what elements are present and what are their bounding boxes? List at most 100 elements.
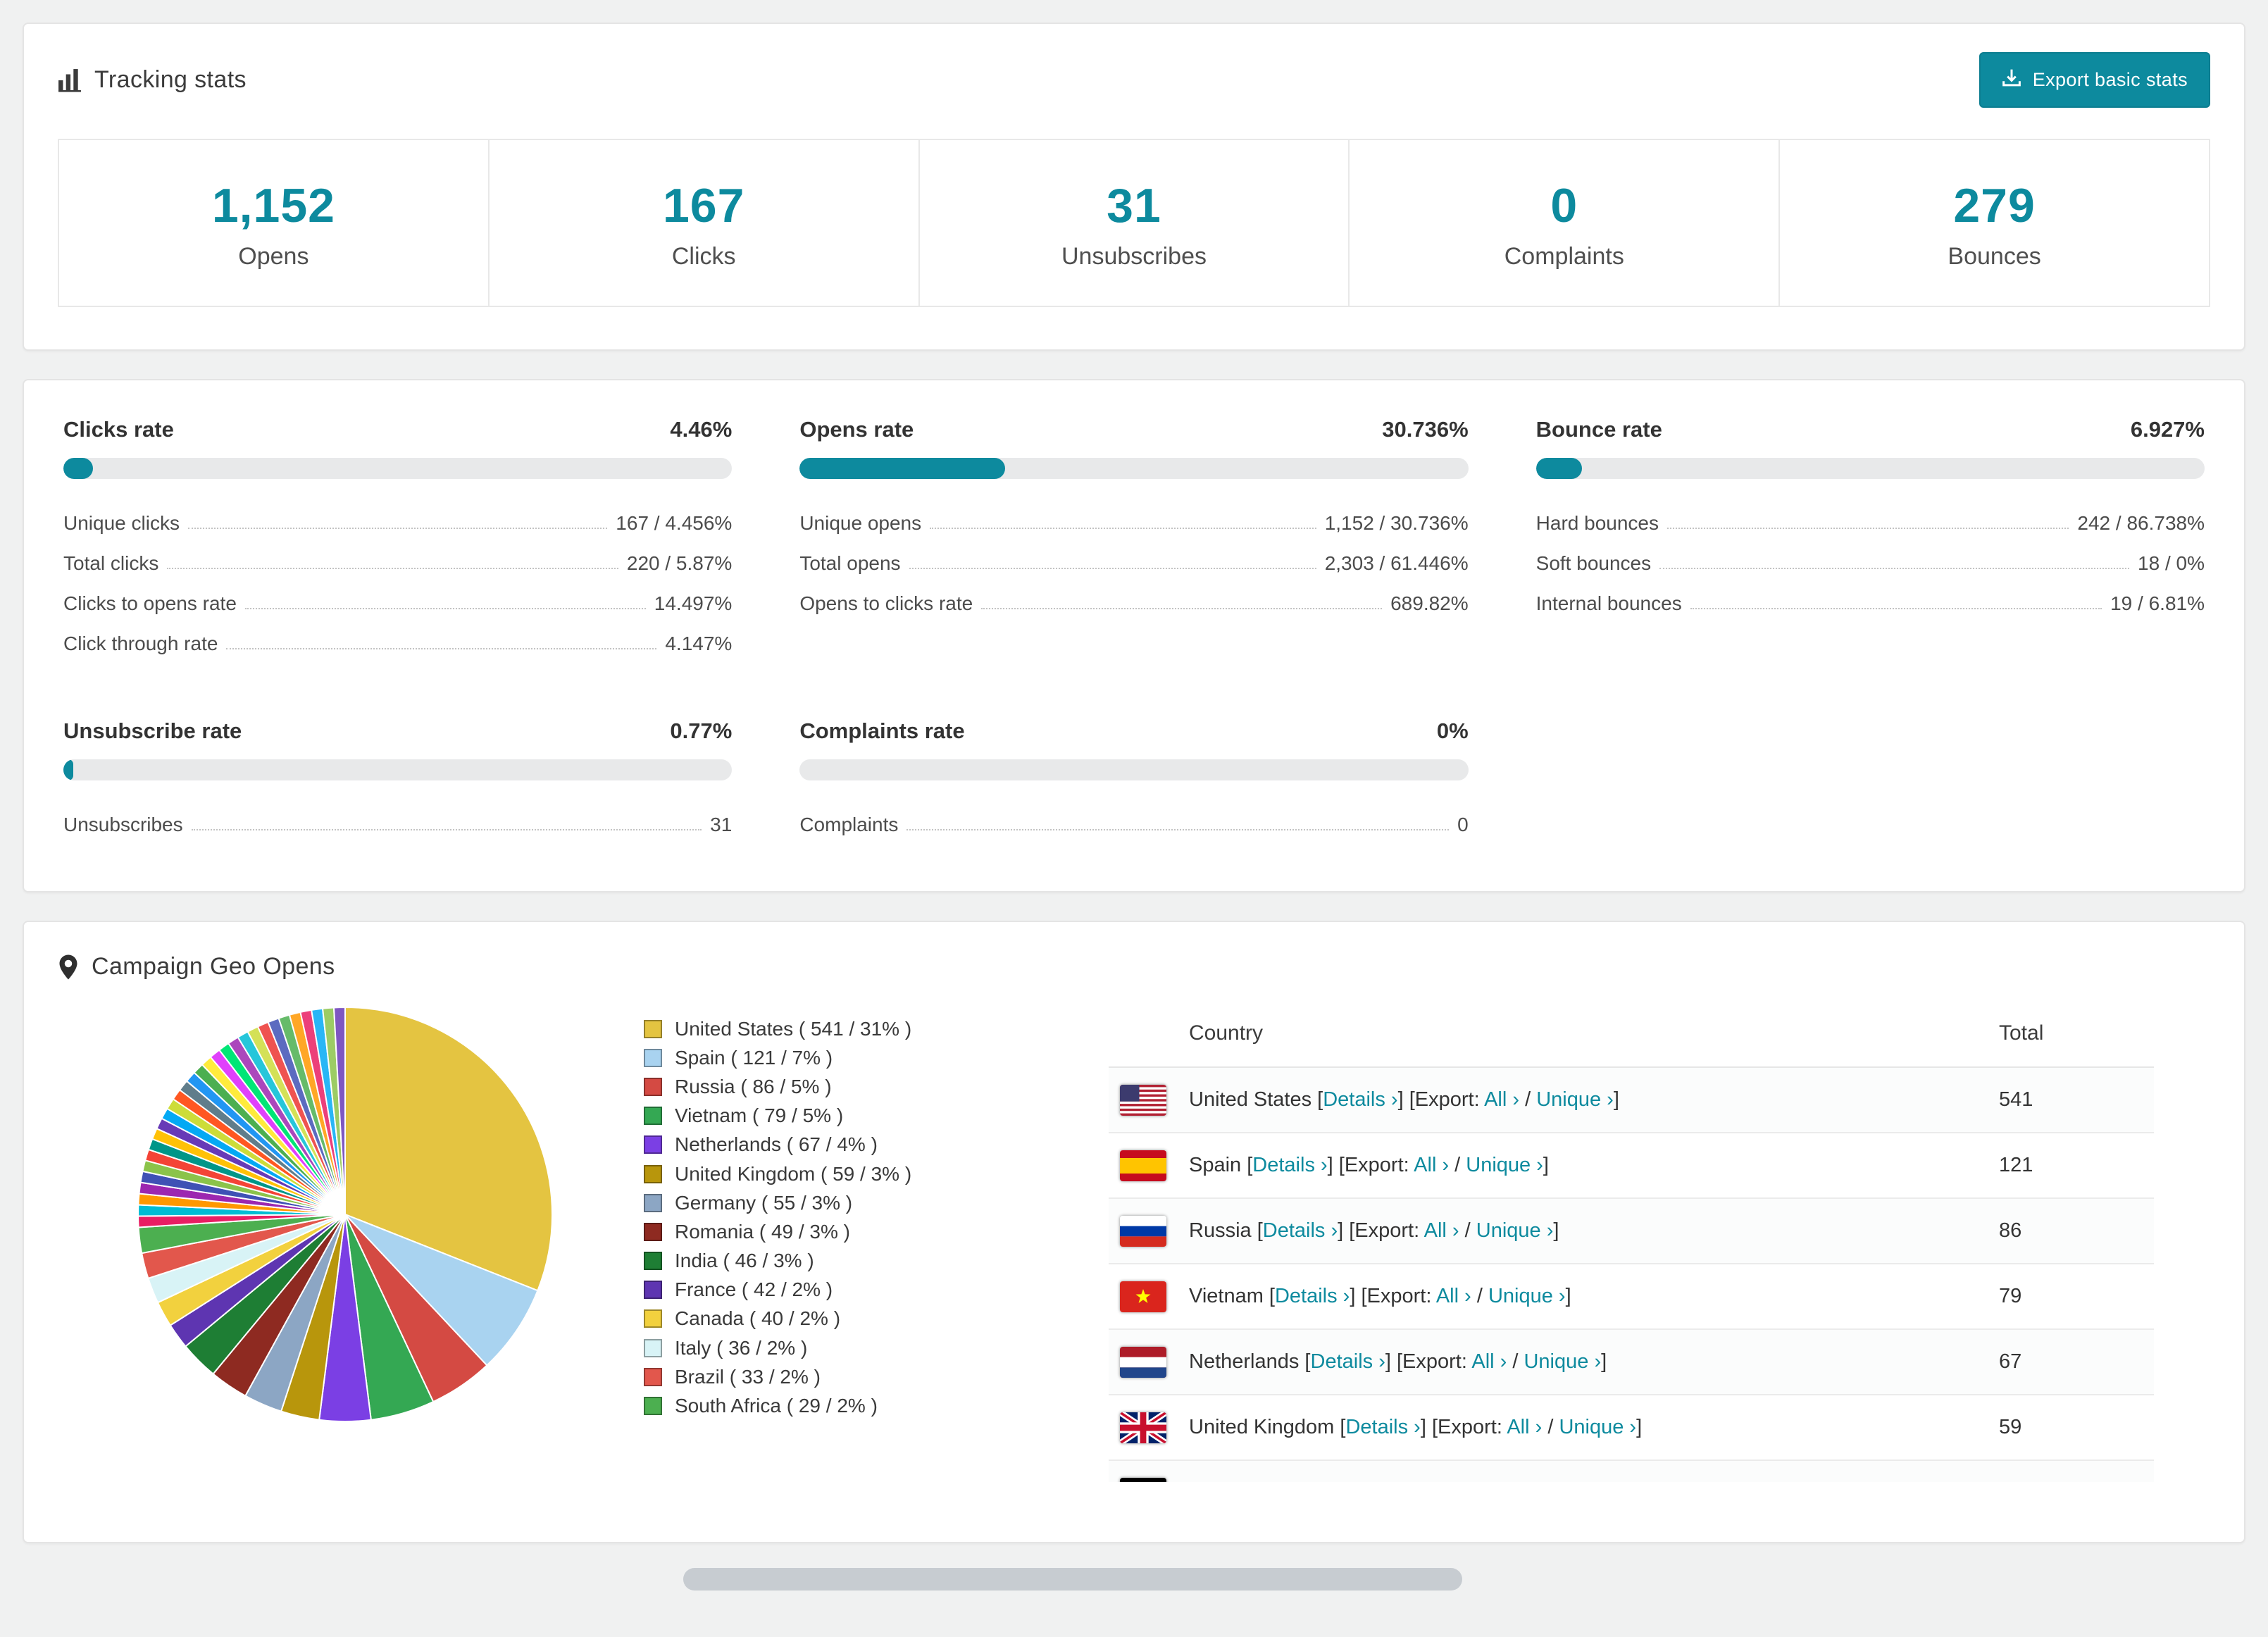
export-all-link[interactable]: All ›	[1424, 1219, 1459, 1242]
rate-rows: Unique opens 1,152 / 30.736% Total opens 2,…	[799, 499, 1468, 619]
stat-label: Bounces	[1948, 243, 2041, 270]
rate-percent: 0%	[1436, 718, 1469, 743]
progress-bar-fill	[1535, 458, 1583, 479]
dotted-leader	[167, 568, 618, 569]
export-all-link[interactable]: All ›	[1471, 1350, 1507, 1373]
legend-swatch	[644, 1077, 662, 1096]
progress-bar-fill	[63, 458, 94, 479]
export-all-link[interactable]: All ›	[1436, 1285, 1471, 1307]
legend-label: United States ( 541 / 31% )	[675, 1017, 912, 1040]
detail-value: 689.82%	[1390, 592, 1469, 614]
progress-bar-track	[799, 458, 1469, 479]
details-link[interactable]: Details ›	[1263, 1219, 1338, 1242]
geo-table-body: United States [Details ›] [Export: All ›…	[1109, 1068, 2154, 1482]
stat-label: Clicks	[671, 243, 736, 270]
country-cell: United States [Details ›] [Export: All ›…	[1189, 1088, 1619, 1111]
detail-row-total-opens: Total opens 2,303 / 61.446%	[799, 539, 1468, 579]
detail-value: 0	[1457, 814, 1469, 835]
legend-item-france: France ( 42 / 2% )	[644, 1276, 1109, 1305]
detail-label: Unsubscribes	[63, 814, 183, 835]
details-link[interactable]: Details ›	[1323, 1088, 1397, 1111]
export-unique-link[interactable]: Unique ›	[1488, 1285, 1566, 1307]
total-cell: 541	[1999, 1088, 2033, 1111]
detail-row-hard-bounces: Hard bounces 242 / 86.738%	[1536, 499, 2205, 539]
tracking-stats-card: Tracking stats Export basic stats 1,152 O…	[23, 23, 2245, 351]
legend-item-united-kingdom: United Kingdom ( 59 / 3% )	[644, 1159, 1109, 1188]
details-link[interactable]: Details ›	[1252, 1154, 1327, 1176]
export-unique-link[interactable]: Unique ›	[1524, 1350, 1601, 1373]
export-basic-stats-button[interactable]: Export basic stats	[1979, 52, 2210, 108]
export-unique-link[interactable]: Unique ›	[1559, 1416, 1636, 1438]
geo-table-row-russia: Russia [Details ›] [Export: All › / Uniq…	[1109, 1199, 2154, 1264]
country-cell: Spain [Details ›] [Export: All › / Uniqu…	[1189, 1154, 1549, 1176]
rate-percent: 30.736%	[1382, 417, 1469, 442]
stat-box-bounces: 279 Bounces	[1778, 139, 2210, 307]
country-cell: Vietnam [Details ›] [Export: All › / Uni…	[1189, 1285, 1571, 1307]
horizontal-scrollbar-thumb[interactable]	[683, 1568, 1462, 1591]
rate-block-bounce-rate: Bounce rate 6.927% Hard bounces 242 / 86.73…	[1535, 417, 2205, 659]
total-cell: 86	[1999, 1219, 2022, 1242]
campaign-geo-opens-title: Campaign Geo Opens	[58, 953, 2210, 981]
rate-title: Clicks rate	[63, 417, 174, 442]
rate-title: Complaints rate	[799, 718, 965, 743]
legend-item-russia: Russia ( 86 / 5% )	[644, 1072, 1109, 1101]
legend-swatch	[644, 1397, 662, 1416]
legend-swatch	[644, 1164, 662, 1183]
legend-label: Netherlands ( 67 / 4% )	[675, 1133, 878, 1156]
details-link[interactable]: Details ›	[1345, 1416, 1420, 1438]
geo-table-row-netherlands: Netherlands [Details ›] [Export: All › /…	[1109, 1330, 2154, 1395]
progress-bar-track	[63, 759, 733, 780]
legend-label: South Africa ( 29 / 2% )	[675, 1395, 878, 1417]
dotted-leader	[1667, 528, 2069, 529]
legend-item-brazil: Brazil ( 33 / 2% )	[644, 1362, 1109, 1391]
geo-table-header: Country Total	[1109, 1003, 2154, 1068]
total-cell: 59	[1999, 1416, 2022, 1438]
dotted-leader	[191, 829, 702, 830]
total-cell: 121	[1999, 1154, 2033, 1176]
detail-row-clicks-to-opens-rate: Clicks to opens rate 14.497%	[63, 579, 732, 619]
dotted-leader	[981, 608, 1383, 609]
total-column-header: Total	[1999, 1021, 2044, 1045]
progress-bar-track	[799, 759, 1469, 780]
legend-label: Italy ( 36 / 2% )	[675, 1336, 808, 1359]
pie-chart-svg	[137, 1006, 554, 1422]
legend-item-united-states: United States ( 541 / 31% )	[644, 1014, 1109, 1043]
legend-label: Vietnam ( 79 / 5% )	[675, 1104, 844, 1127]
export-all-link[interactable]: All ›	[1445, 1481, 1481, 1482]
legend-swatch	[644, 1309, 662, 1328]
progress-bar-track	[63, 458, 733, 479]
rate-head: Clicks rate 4.46%	[63, 417, 732, 442]
details-link[interactable]: Details ›	[1284, 1481, 1359, 1482]
dotted-leader	[909, 568, 1316, 569]
progress-bar-track	[1535, 458, 2205, 479]
details-link[interactable]: Details ›	[1311, 1350, 1385, 1373]
rate-block-clicks-rate: Clicks rate 4.46% Unique clicks 167 / 4.456…	[63, 417, 733, 659]
export-unique-link[interactable]: Unique ›	[1536, 1088, 1614, 1111]
total-cell: 79	[1999, 1285, 2022, 1307]
legend-label: Canada ( 40 / 2% )	[675, 1307, 841, 1330]
detail-label: Opens to clicks rate	[799, 592, 973, 614]
geo-table-row-united-kingdom: United Kingdom [Details ›] [Export: All …	[1109, 1395, 2154, 1461]
tracking-stats-title-text: Tracking stats	[94, 66, 247, 93]
export-unique-link[interactable]: Unique ›	[1466, 1154, 1543, 1176]
progress-bar-fill	[63, 759, 73, 780]
export-icon	[2002, 68, 2021, 92]
details-link[interactable]: Details ›	[1275, 1285, 1350, 1307]
export-all-link[interactable]: All ›	[1507, 1416, 1542, 1438]
legend-label: United Kingdom ( 59 / 3% )	[675, 1162, 912, 1185]
detail-row-unsubscribes: Unsubscribes 31	[63, 800, 732, 840]
export-all-link[interactable]: All ›	[1484, 1088, 1519, 1111]
detail-label: Clicks to opens rate	[63, 592, 237, 614]
detail-value: 1,152 / 30.736%	[1324, 512, 1469, 534]
legend-swatch	[644, 1281, 662, 1300]
export-unique-link[interactable]: Unique ›	[1497, 1481, 1575, 1482]
legend-swatch	[644, 1019, 662, 1038]
export-all-link[interactable]: All ›	[1414, 1154, 1449, 1176]
legend-item-south-africa: South Africa ( 29 / 2% )	[644, 1391, 1109, 1420]
stat-value: 31	[1107, 179, 1161, 232]
flag-vn-icon	[1120, 1281, 1166, 1312]
export-unique-link[interactable]: Unique ›	[1476, 1219, 1554, 1242]
detail-row-internal-bounces: Internal bounces 19 / 6.81%	[1536, 579, 2205, 619]
rate-rows: Hard bounces 242 / 86.738% Soft bounces 18 …	[1536, 499, 2205, 619]
detail-label: Internal bounces	[1535, 592, 1682, 614]
